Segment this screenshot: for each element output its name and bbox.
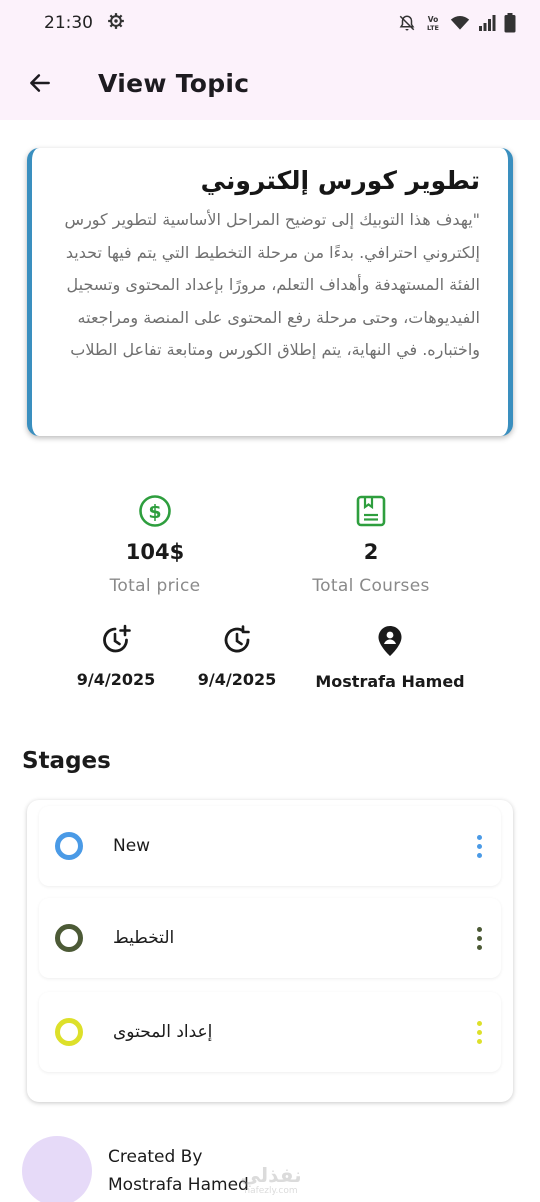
book-icon [356,495,386,527]
stages-card: New التخطيط إعداد المحتوى [27,800,513,1102]
dollar-circle-icon: $ [139,495,171,527]
created-date: 9/4/2025 [56,624,176,689]
stage-label: إعداد المحتوى [113,1022,213,1042]
stage-item-new[interactable]: New [39,806,501,886]
total-courses-value: 2 [363,540,379,564]
stage-menu-button[interactable] [467,826,491,866]
created-by-caption: Created By [108,1147,203,1167]
svg-text:LTE: LTE [427,24,439,32]
arrow-left-icon [30,74,50,92]
stage-menu-button[interactable] [467,1012,491,1052]
stage-menu-button[interactable] [467,918,491,958]
total-courses-label: Total Courses [312,576,430,596]
creator-name: Mostrafa Hamed [108,1175,249,1195]
stage-status-dot [55,1018,83,1046]
nafezly-watermark: نفذلي nafezly.com [236,1164,306,1196]
updated-date-value: 9/4/2025 [197,670,277,689]
avatar[interactable] [22,1136,92,1202]
stages-title: Stages [22,748,111,774]
topic-description: "يهدف هذا التوبيك إلى توضيح المراحل الأس… [64,210,480,359]
wifi-icon [450,15,470,31]
total-price-stat: $ 104$ Total price [75,494,235,596]
gear-icon [107,12,125,35]
volte-icon: Vo LTE [424,14,442,32]
location-person-icon [378,626,402,656]
stage-item-content-prep[interactable]: إعداد المحتوى [39,992,501,1072]
back-button[interactable] [20,63,60,103]
stage-label: التخطيط [113,928,175,948]
mute-icon [398,14,416,32]
svg-text:$: $ [148,501,161,523]
stage-status-dot [55,832,83,860]
page-title: View Topic [98,68,250,98]
status-time: 21:30 [44,13,93,33]
stage-label: New [113,836,151,856]
signal-icon [478,15,496,31]
owner-value: Mostrafa Hamed [315,672,465,691]
clock-plus-icon [103,624,131,653]
stage-status-dot [55,924,83,952]
status-bar: 21:30 Vo LTE [0,0,540,46]
watermark-url: nafezly.com [244,1186,298,1196]
battery-icon [504,13,516,33]
app-bar: View Topic [0,46,540,120]
topic-description-card: تطوير كورس إلكتروني "يهدف هذا التوبيك إل… [27,148,513,436]
stage-item-planning[interactable]: التخطيط [39,898,501,978]
svg-text:Vo: Vo [428,15,439,24]
created-date-value: 9/4/2025 [76,670,156,689]
clock-refresh-icon [224,625,250,653]
topic-title: تطوير كورس إلكتروني [200,166,480,195]
updated-date: 9/4/2025 [177,624,297,689]
watermark-logo: نفذلي [240,1163,302,1187]
total-price-value: 104$ [125,540,185,564]
total-price-label: Total price [109,576,201,596]
owner: Mostrafa Hamed [300,624,480,691]
total-courses-stat: 2 Total Courses [291,494,451,596]
